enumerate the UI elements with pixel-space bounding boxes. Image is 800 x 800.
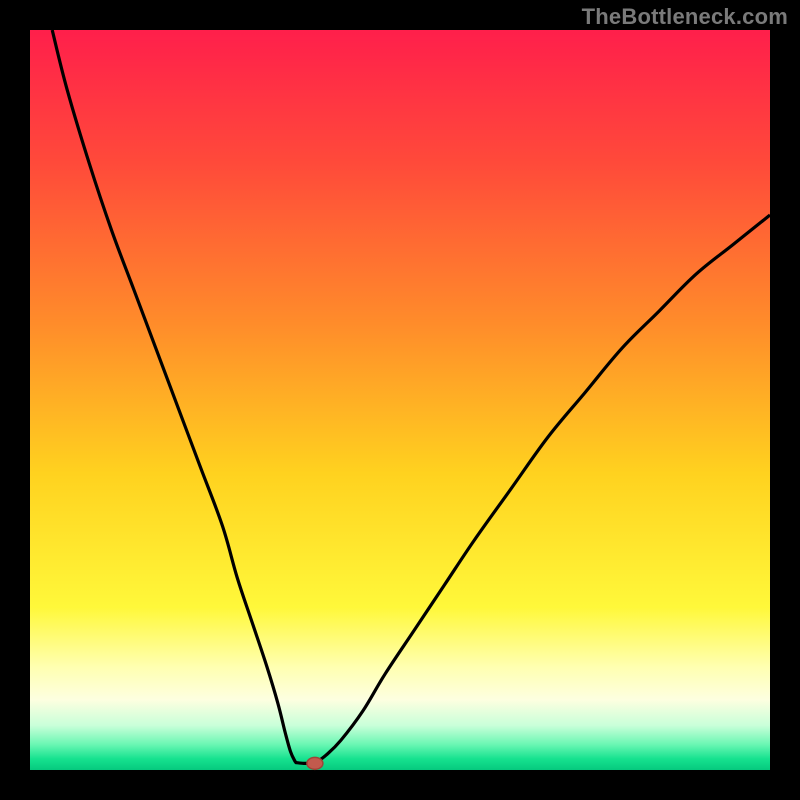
watermark-text: TheBottleneck.com <box>582 4 788 30</box>
plot-area <box>30 30 770 770</box>
bottleneck-chart <box>0 0 800 800</box>
optimum-marker-icon <box>307 757 323 769</box>
chart-frame: TheBottleneck.com <box>0 0 800 800</box>
